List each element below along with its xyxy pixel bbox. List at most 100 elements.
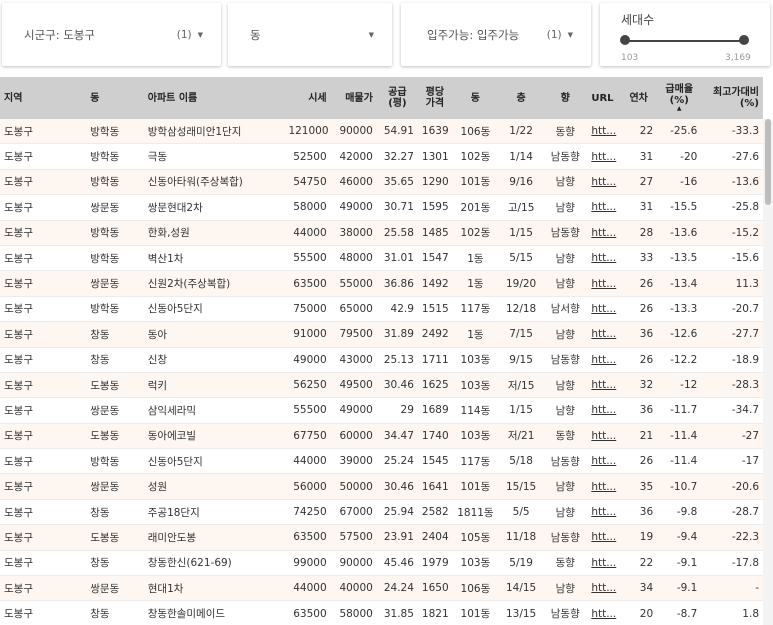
- range-slider-track[interactable]: [625, 40, 744, 42]
- price-per-pyeong-cell: 1689: [417, 397, 452, 424]
- table-scrollbar[interactable]: [763, 119, 773, 625]
- url-link[interactable]: htt...: [587, 575, 621, 602]
- column-header-floor[interactable]: 층: [499, 77, 543, 119]
- table-row[interactable]: 도봉구 방학동 방학삼성래미안1단지 121000 90000 54.91 1639 106동…: [0, 119, 763, 145]
- url-link[interactable]: htt...: [587, 423, 621, 450]
- table-row[interactable]: 도봉구 도봉동 럭키 56250 49500 30.46 1625 103동 저/15 남향 htt…: [0, 372, 763, 399]
- table-row[interactable]: 도봉구 창동 창동한신(621-69) 99000 90000 45.46 1979 103동…: [0, 550, 763, 577]
- url-link[interactable]: htt...: [587, 550, 621, 577]
- table-row[interactable]: 도봉구 쌍문동 신원2차(주상복합) 63500 55000 36.86 1492 1동 19/…: [0, 270, 763, 297]
- url-link[interactable]: htt...: [587, 499, 621, 526]
- supply-area-cell: 36.86: [376, 270, 418, 297]
- column-header-vs-highest[interactable]: 최고가대비(%): [701, 77, 763, 119]
- years-cell: 22: [620, 119, 658, 145]
- table-row[interactable]: 도봉구 도봉동 래미안도봉 63500 57500 23.91 2404 105동 11/18 남…: [0, 524, 763, 551]
- column-header-market-price[interactable]: 시세: [284, 77, 330, 119]
- building-cell: 103동: [451, 550, 500, 577]
- url-link[interactable]: htt...: [587, 448, 621, 475]
- table-row[interactable]: 도봉구 창동 주공18단지 74250 67000 25.94 2582 1811동 5/5 남향…: [0, 499, 763, 526]
- table-row[interactable]: 도봉구 방학동 신동아타워(주상복합) 54750 46000 35.65 1290 101동…: [0, 169, 763, 196]
- table-scrollbar-thumb[interactable]: [765, 119, 771, 206]
- column-header-region[interactable]: 지역: [0, 77, 86, 119]
- table-row[interactable]: 도봉구 방학동 한화,성원 44000 38000 25.58 1485 102동 1/15 남동…: [0, 220, 763, 246]
- households-min-value: 103: [621, 53, 639, 63]
- range-slider-min-handle[interactable]: [620, 35, 630, 45]
- url-link[interactable]: htt...: [587, 397, 621, 424]
- table-row[interactable]: 도봉구 방학동 극동 52500 42000 32.27 1301 102동 1/14 남동향 ht…: [0, 143, 763, 170]
- discount-rate-cell: -16: [657, 169, 702, 196]
- move-in-filter[interactable]: 입주가능: 입주가능 (1) ▼: [401, 3, 591, 66]
- url-link[interactable]: htt...: [587, 372, 621, 399]
- url-link[interactable]: htt...: [587, 119, 621, 145]
- years-cell: 26: [620, 347, 658, 373]
- url-link[interactable]: htt...: [587, 220, 621, 246]
- apartment-name-cell: 동아: [143, 321, 285, 348]
- region-cell: 도봉구: [0, 347, 87, 373]
- table-row[interactable]: 도봉구 방학동 신동아5단지 44000 39000 25.24 1545 117동 5/18 남…: [0, 448, 763, 475]
- table-row[interactable]: 도봉구 도봉동 동아에코빌 67750 60000 34.47 1740 103동 저/21 동향…: [0, 423, 763, 450]
- direction-cell: 남동향: [543, 524, 588, 551]
- url-link[interactable]: htt...: [587, 321, 621, 348]
- floor-cell: 1/15: [499, 220, 544, 246]
- apartment-name-cell: 현대1차: [143, 575, 285, 602]
- column-header-building[interactable]: 동: [452, 77, 499, 119]
- building-cell: 103동: [451, 347, 500, 373]
- url-link[interactable]: htt...: [587, 524, 621, 551]
- table-row[interactable]: 도봉구 방학동 신동아5단지 75000 65000 42.9 1515 117동 12/18 남…: [0, 296, 763, 323]
- discount-rate-cell: -9.1: [657, 550, 702, 577]
- region-cell: 도봉구: [0, 550, 87, 577]
- table-row[interactable]: 도봉구 쌍문동 삼익세라믹 55500 49000 29 1689 114동 1/15 남향 htt…: [0, 397, 763, 424]
- supply-area-cell: 31.85: [376, 600, 418, 625]
- years-cell: 26: [620, 270, 658, 297]
- dropdown-caret-icon: ▼: [368, 30, 374, 39]
- discount-rate-cell: -9.4: [657, 524, 702, 551]
- building-cell: 102동: [451, 143, 500, 170]
- table-row[interactable]: 도봉구 쌍문동 쌍문현대2차 58000 49000 30.71 1595 201동 고/15 남…: [0, 194, 763, 221]
- url-link[interactable]: htt...: [587, 194, 621, 221]
- url-link[interactable]: htt...: [587, 169, 621, 196]
- dong-filter[interactable]: 동 ▼: [228, 3, 392, 66]
- direction-cell: 남동향: [543, 347, 588, 373]
- years-cell: 33: [620, 245, 658, 272]
- table-row[interactable]: 도봉구 창동 신창 49000 43000 25.13 1711 103동 9/15 남동향 htt…: [0, 347, 763, 373]
- discount-rate-cell: -13.6: [657, 220, 702, 246]
- dong-cell: 도봉동: [86, 423, 144, 450]
- url-link[interactable]: htt...: [587, 296, 621, 323]
- district-filter-label: 시군구: 도봉구: [24, 27, 96, 42]
- column-header-discount-rate[interactable]: 급매율(%) ▲: [657, 77, 701, 119]
- url-link[interactable]: htt...: [587, 143, 621, 170]
- range-slider-max-handle[interactable]: [739, 35, 749, 45]
- building-cell: 101동: [451, 473, 500, 500]
- column-header-dong[interactable]: 동: [86, 77, 144, 119]
- table-row[interactable]: 도봉구 방학동 벽산1차 55500 48000 31.01 1547 1동 5/15 남향 htt…: [0, 245, 763, 272]
- column-header-years[interactable]: 연차: [620, 77, 657, 119]
- column-header-url[interactable]: URL: [587, 77, 620, 119]
- column-header-supply-area[interactable]: 공급(평): [377, 77, 418, 119]
- market-price-cell: 52500: [284, 143, 331, 170]
- price-per-pyeong-cell: 1639: [417, 119, 452, 145]
- column-header-listing-price[interactable]: 매물가: [331, 77, 377, 119]
- floor-cell: 9/16: [499, 169, 544, 196]
- district-filter[interactable]: 시군구: 도봉구 (1) ▼: [2, 3, 221, 66]
- region-cell: 도봉구: [0, 220, 87, 246]
- market-price-cell: 44000: [284, 448, 331, 475]
- url-link[interactable]: htt...: [587, 473, 621, 500]
- discount-rate-cell: -12.6: [657, 321, 702, 348]
- floor-cell: 5/18: [499, 448, 544, 475]
- table-row[interactable]: 도봉구 창동 동아 91000 79500 31.89 2492 1동 7/15 남향 htt...…: [0, 321, 763, 348]
- column-header-direction[interactable]: 향: [543, 77, 587, 119]
- table-row[interactable]: 도봉구 쌍문동 성원 56000 50000 30.46 1641 101동 15/15 남향 ht…: [0, 473, 763, 500]
- floor-cell: 19/20: [499, 270, 544, 297]
- url-link[interactable]: htt...: [587, 270, 621, 297]
- column-header-apartment-name[interactable]: 아파트 이름: [144, 77, 285, 119]
- table-row[interactable]: 도봉구 쌍문동 현대1차 44000 40000 24.24 1650 106동 14/15 남향…: [0, 575, 763, 602]
- url-link[interactable]: htt...: [587, 347, 621, 373]
- column-header-price-per-pyeong[interactable]: 평당가격: [418, 77, 452, 119]
- region-cell: 도봉구: [0, 423, 87, 450]
- market-price-cell: 63500: [284, 524, 331, 551]
- table-row[interactable]: 도봉구 창동 창동한솔미메이드 63500 58000 31.85 1821 101동 13/1…: [0, 600, 763, 625]
- region-cell: 도봉구: [0, 499, 87, 526]
- listing-table-container: 지역 동 아파트 이름 시세 매물가 공급(평) 평당가격 동 층 향 URL …: [0, 77, 773, 625]
- url-link[interactable]: htt...: [587, 600, 621, 625]
- url-link[interactable]: htt...: [587, 245, 621, 272]
